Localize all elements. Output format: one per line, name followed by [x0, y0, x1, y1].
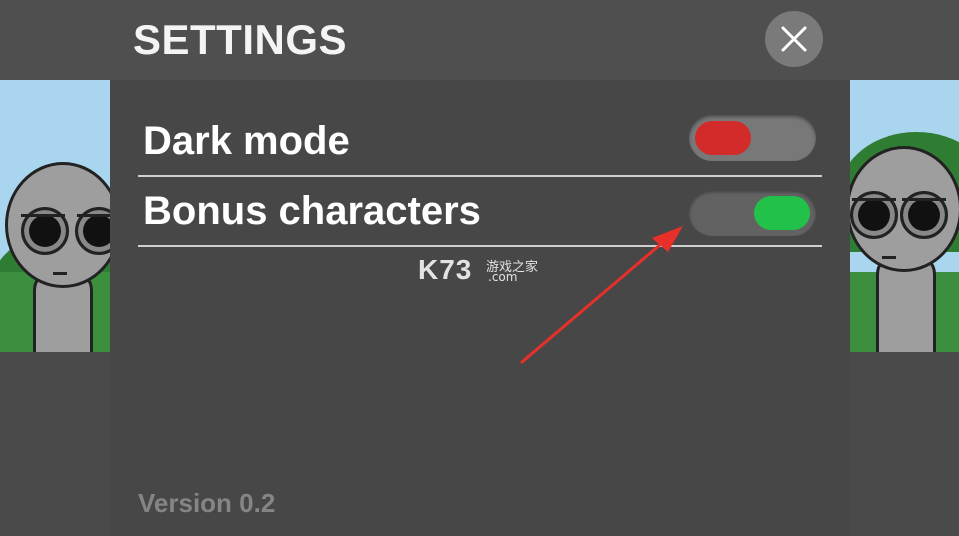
page-title: SETTINGS: [133, 16, 348, 63]
bonus-characters-toggle[interactable]: [689, 190, 816, 236]
toggle-knob: [754, 196, 810, 230]
close-icon: [781, 26, 807, 52]
watermark-brand: K73: [418, 254, 473, 285]
settings-panel: Dark mode Bonus characters Version 0.2: [110, 80, 850, 536]
watermark-domain: .com: [488, 270, 518, 284]
setting-row-dark-mode: Dark mode: [138, 105, 822, 177]
background-scene-right: [850, 80, 959, 352]
version-label: Version 0.2: [138, 488, 276, 518]
setting-label: Dark mode: [143, 119, 350, 163]
setting-label: Bonus characters: [143, 189, 481, 233]
setting-row-bonus-characters: Bonus characters: [138, 175, 822, 247]
watermark-logo: K73 游戏之家 .com: [418, 254, 538, 286]
background-scene-left: [0, 80, 110, 352]
toggle-knob: [695, 121, 751, 155]
dark-mode-toggle[interactable]: [689, 115, 816, 161]
header-bar: SETTINGS: [0, 0, 959, 80]
close-button[interactable]: [765, 11, 823, 67]
